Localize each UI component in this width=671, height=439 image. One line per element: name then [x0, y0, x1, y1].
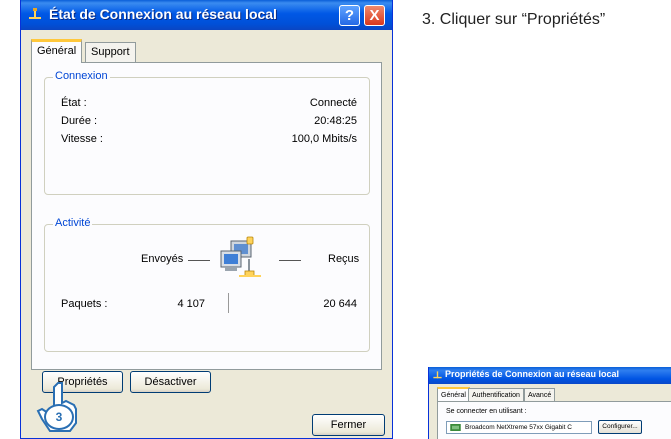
properties-tab-advanced[interactable]: Avancé	[524, 388, 556, 402]
disable-button[interactable]: Désactiver	[130, 371, 211, 393]
properties-panel: Se connecter en utilisant : Broadcom Net…	[437, 401, 671, 439]
activite-group: Activité Envoyés Reçus Paquets : 4 107 2…	[44, 217, 370, 352]
sent-label: Envoyés	[141, 253, 184, 265]
network-connection-icon	[29, 8, 41, 19]
tab-panel-general: Connexion État : Connecté Durée : 20:48:…	[31, 62, 382, 370]
network-adapter-icon	[450, 424, 461, 431]
packets-divider	[228, 293, 229, 313]
received-line	[279, 260, 301, 261]
activite-group-title: Activité	[53, 217, 93, 229]
duration-value: 20:48:25	[314, 115, 357, 127]
close-window-button[interactable]: X	[364, 5, 385, 26]
step-badge-number: 3	[55, 410, 63, 424]
tab-general[interactable]: Général	[31, 39, 83, 63]
speed-value: 100,0 Mbits/s	[291, 133, 357, 145]
status-value: Connecté	[309, 97, 357, 109]
close-button[interactable]: Fermer	[312, 414, 385, 436]
properties-window-title: Propriétés de Connexion au réseau local	[445, 369, 620, 379]
adapter-name: Broadcom NetXtreme 57xx Gigabit C	[465, 424, 572, 431]
duration-label: Durée :	[61, 115, 98, 127]
properties-title-bar: Propriétés de Connexion au réseau local	[429, 367, 671, 384]
connexion-group: Connexion État : Connecté Durée : 20:48:…	[44, 70, 370, 195]
network-computers-icon	[220, 236, 261, 277]
sent-line	[188, 260, 210, 261]
status-label: État :	[61, 97, 87, 109]
configure-button[interactable]: Configurer...	[598, 420, 642, 434]
connexion-group-title: Connexion	[53, 70, 110, 82]
packets-sent-value: 4 107	[177, 298, 205, 310]
tab-support[interactable]: Support	[85, 42, 136, 62]
network-connection-icon	[433, 371, 442, 379]
window-title: État de Connexion au réseau local	[49, 6, 277, 22]
received-label: Reçus	[328, 253, 360, 265]
packets-received-value: 20 644	[323, 298, 357, 310]
adapter-field: Broadcom NetXtreme 57xx Gigabit C	[446, 421, 592, 434]
properties-tab-authentication[interactable]: Authentification	[468, 388, 524, 402]
connect-using-label: Se connecter en utilisant :	[446, 408, 527, 415]
properties-tab-general[interactable]: Général	[437, 387, 470, 402]
step-badge: 3	[44, 404, 74, 430]
properties-dialog-preview: Propriétés de Connexion au réseau local …	[428, 367, 671, 439]
help-button[interactable]: ?	[339, 5, 360, 26]
step-instruction: 3. Cliquer sur “Propriétés”	[422, 11, 606, 28]
speed-label: Vitesse :	[61, 133, 103, 145]
title-bar[interactable]: État de Connexion au réseau local ? X	[21, 0, 392, 30]
packets-label: Paquets :	[61, 298, 108, 310]
